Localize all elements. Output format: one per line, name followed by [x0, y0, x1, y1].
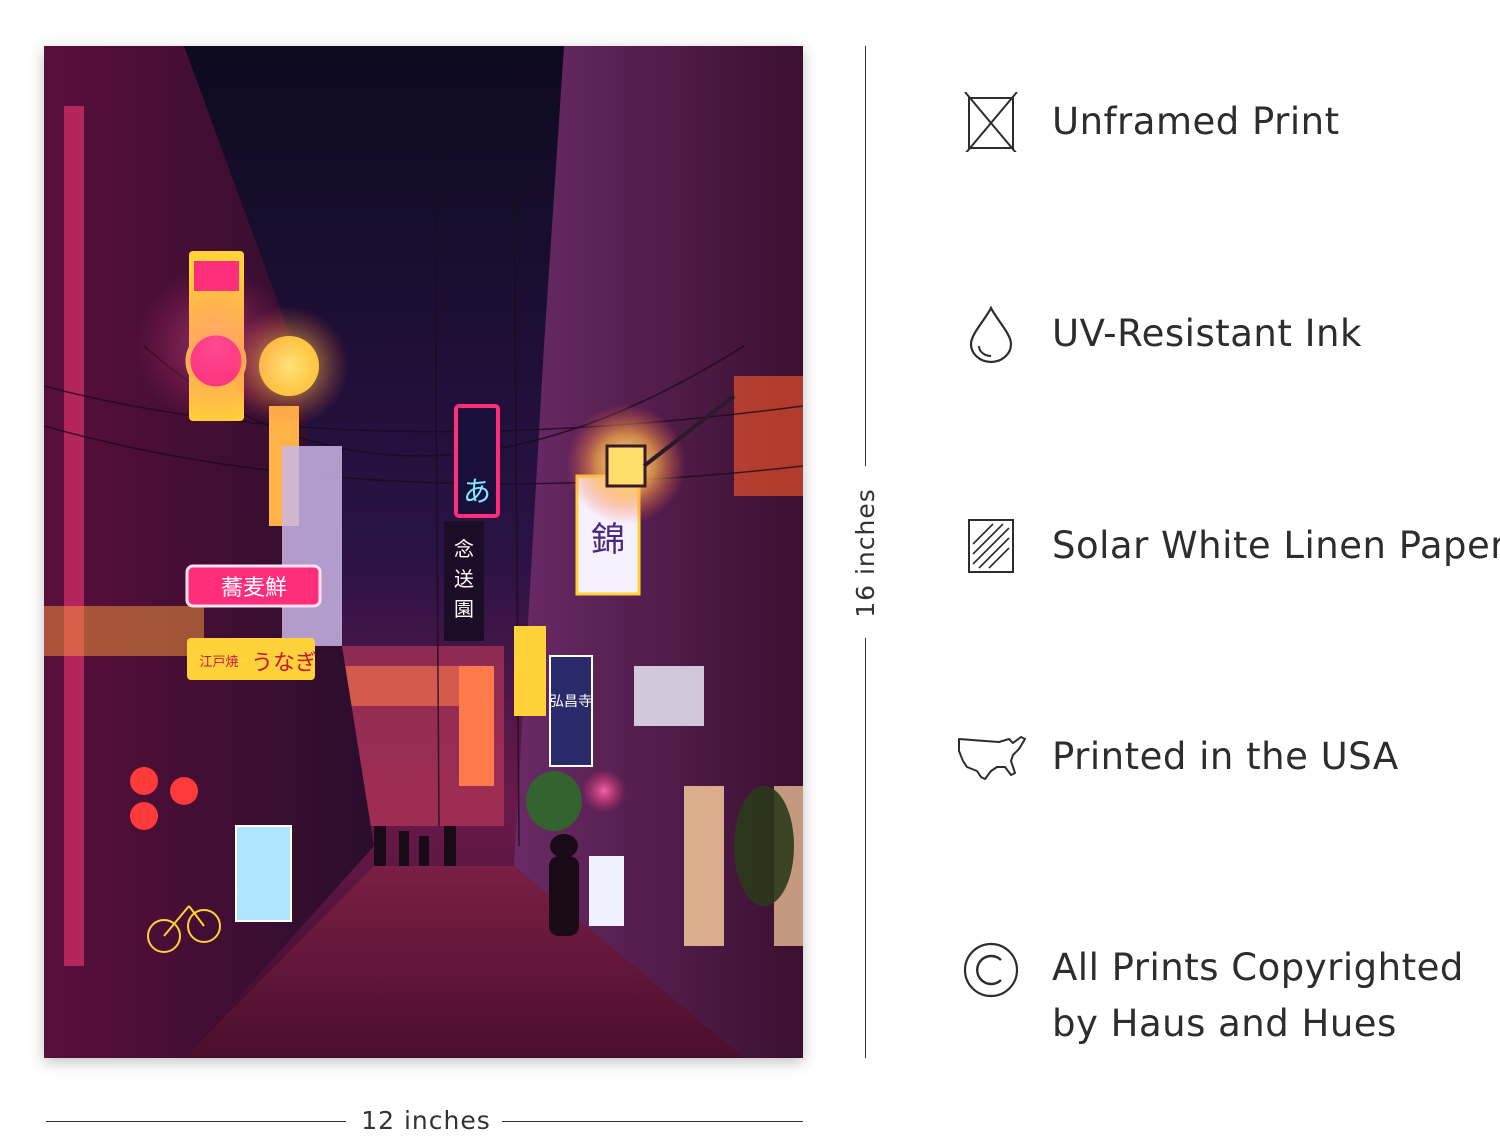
copyright-icon — [955, 940, 1027, 1000]
height-dimension-label: 16 inches — [851, 488, 880, 618]
feature-label-line2: by Haus and Hues — [1052, 1002, 1397, 1045]
feature-label: UV-Resistant Ink — [1052, 312, 1362, 355]
feature-label: All Prints Copyrighted by Haus and Hues — [1052, 940, 1492, 1052]
feature-printed-usa: Printed in the USA — [955, 727, 1500, 787]
feature-label: Printed in the USA — [1052, 735, 1399, 778]
feature-label: Unframed Print — [1052, 100, 1340, 143]
feature-label-line1: All Prints Copyrighted — [1052, 946, 1464, 989]
feature-label: Solar White Linen Paper — [1052, 524, 1500, 567]
sign-text-7: 園 — [454, 597, 474, 621]
feature-copyright: All Prints Copyrighted by Haus and Hues — [955, 940, 1500, 1056]
width-dimension-label: 12 inches — [361, 1106, 491, 1135]
sign-text-3: うなぎ — [251, 651, 317, 676]
usa-map-icon — [955, 727, 1027, 787]
linen-paper-icon — [955, 516, 1027, 576]
sign-text-9: 弘昌寺 — [550, 694, 592, 710]
sign-text-1: 蕎麦鮮 — [221, 576, 287, 601]
unframed-box-icon — [955, 91, 1027, 155]
poster-image: 蕎麦鮮 江戸焼 うなぎ あ 念 送 園 錦 弘昌寺 — [44, 46, 803, 1058]
sign-text-4: あ — [463, 475, 491, 508]
width-dimension-line-right — [502, 1121, 803, 1122]
sign-text-6: 送 — [454, 567, 474, 591]
height-dimension-line-bottom — [865, 638, 866, 1058]
feature-unframed-print: Unframed Print — [955, 91, 1500, 155]
height-dimension-line-top — [865, 46, 866, 466]
sign-text-2: 江戸焼 — [199, 655, 238, 670]
ink-drop-icon — [955, 304, 1027, 364]
sign-text-8: 錦 — [591, 520, 625, 560]
sign-text-5: 念 — [454, 537, 474, 561]
width-dimension-line-left — [46, 1121, 346, 1122]
feature-linen-paper: Solar White Linen Paper — [955, 516, 1500, 576]
feature-uv-ink: UV-Resistant Ink — [955, 304, 1500, 364]
